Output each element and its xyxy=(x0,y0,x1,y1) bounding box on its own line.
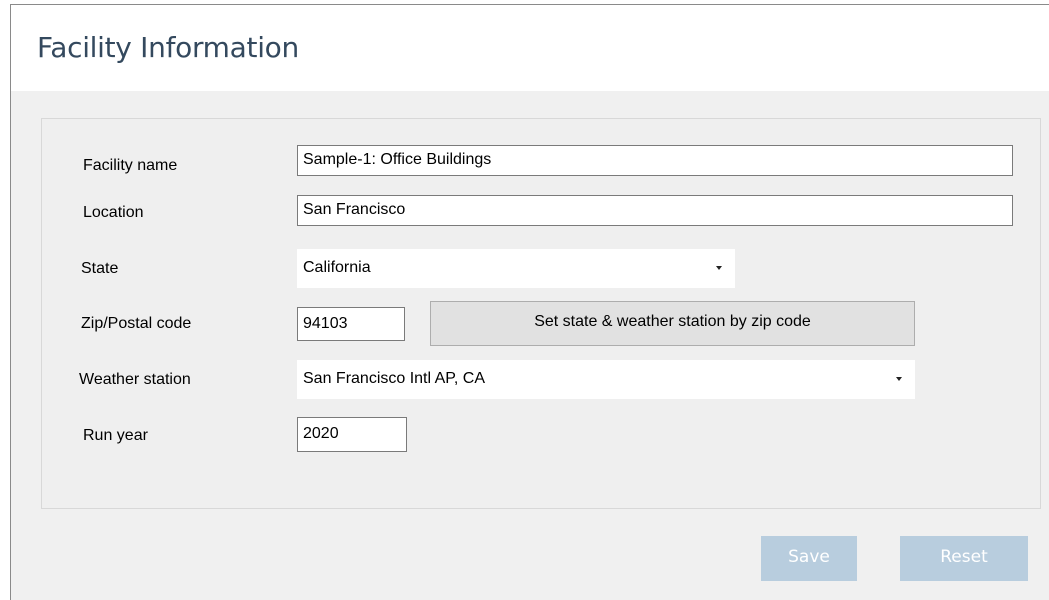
reset-button[interactable]: Reset xyxy=(900,536,1028,581)
page-title: Facility Information xyxy=(37,31,299,64)
zip-label: Zip/Postal code xyxy=(81,315,192,332)
weather-station-label: Weather station xyxy=(79,371,191,388)
run-year-field[interactable]: 2020 xyxy=(297,417,407,452)
location-field[interactable]: San Francisco xyxy=(297,195,1013,226)
facility-name-label: Facility name xyxy=(83,157,178,174)
chevron-down-icon[interactable] xyxy=(705,249,735,288)
zip-field[interactable]: 94103 xyxy=(297,307,405,341)
location-label: Location xyxy=(83,204,144,221)
chevron-down-icon[interactable] xyxy=(885,360,915,399)
run-year-label: Run year xyxy=(83,427,148,444)
facility-info-panel: Facility Information Facility name Sampl… xyxy=(10,4,1049,600)
weather-station-value: San Francisco Intl AP, CA xyxy=(303,370,486,387)
state-value: California xyxy=(303,259,371,276)
set-by-zip-button[interactable]: Set state & weather station by zip code xyxy=(430,301,915,346)
facility-name-field[interactable]: Sample-1: Office Buildings xyxy=(297,145,1013,176)
state-label: State xyxy=(81,260,119,277)
save-button[interactable]: Save xyxy=(761,536,857,581)
page-header: Facility Information xyxy=(11,5,1049,91)
weather-station-dropdown[interactable]: San Francisco Intl AP, CA xyxy=(297,360,915,399)
state-dropdown[interactable]: California xyxy=(297,249,735,288)
